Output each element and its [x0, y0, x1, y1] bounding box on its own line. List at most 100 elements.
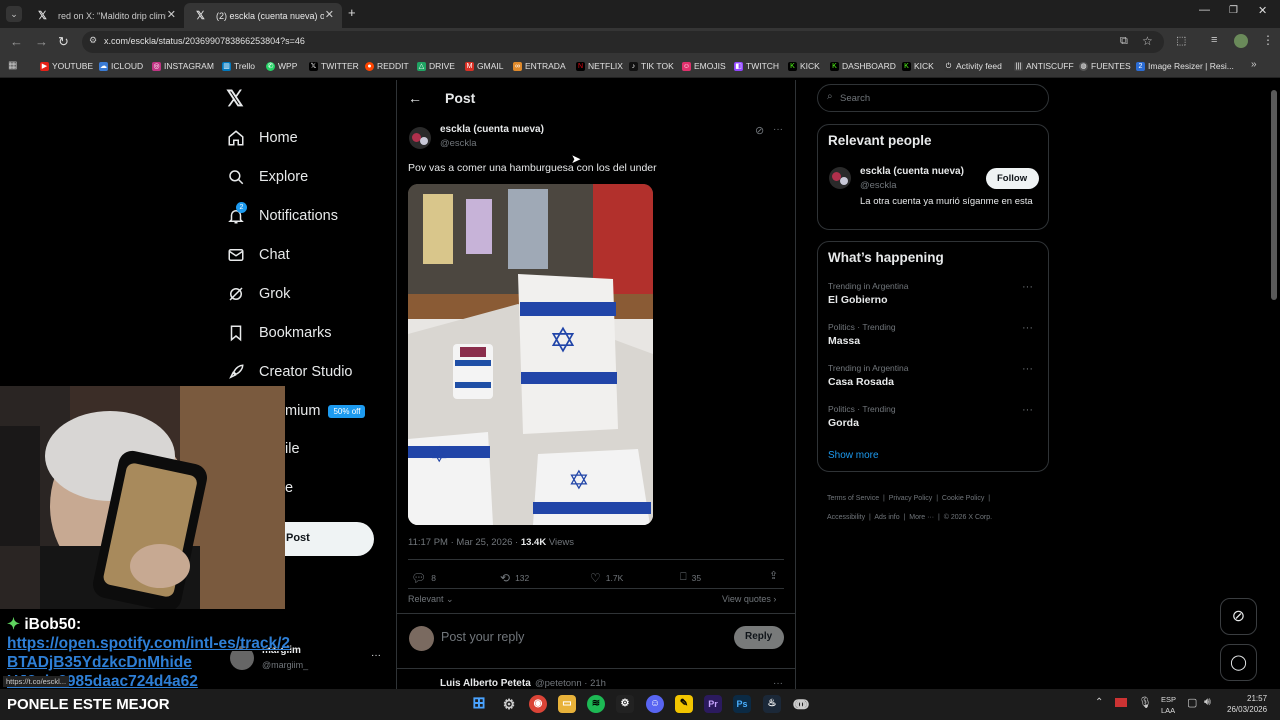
sort-dropdown[interactable]: Relevant ⌄: [408, 594, 454, 605]
bookmark-netflix[interactable]: N NETFLIX: [576, 61, 623, 71]
account-more-icon[interactable]: ···: [371, 650, 381, 661]
bookmark-emojis[interactable]: ☺ EMOJIS: [682, 61, 726, 71]
spotify-icon[interactable]: ≋: [587, 695, 605, 713]
bookmarks-overflow-icon[interactable]: »: [1251, 59, 1257, 70]
tab-2[interactable]: 𝕏 (2) esckla (cuenta nueva) on X: ✕: [184, 3, 342, 28]
person-avatar[interactable]: [829, 167, 851, 189]
share-icon[interactable]: ⇪: [769, 569, 778, 582]
nav-more-label[interactable]: e: [285, 480, 293, 496]
bookmark-twitch[interactable]: ◧ TWITCH: [734, 61, 779, 71]
post-more-icon[interactable]: ···: [773, 124, 783, 135]
person-name[interactable]: esckla (cuenta nueva): [860, 166, 964, 177]
nav-home[interactable]: Home: [227, 129, 298, 147]
reply-action[interactable]: 💬︎ 8: [411, 571, 436, 585]
bookmark-kick-2[interactable]: K KICK: [902, 61, 934, 71]
restore-icon[interactable]: ❐: [1229, 5, 1238, 16]
nav-notifications[interactable]: 2 Notifications: [227, 202, 338, 225]
site-info-icon[interactable]: ⚙: [89, 35, 97, 46]
bookmark-drive[interactable]: △ DRIVE: [417, 61, 455, 71]
url-field[interactable]: ⚙ x.com/esckla/status/203699078386625380…: [82, 31, 1164, 53]
show-more-link[interactable]: Show more: [828, 450, 879, 461]
trend-more-icon[interactable]: ···: [1022, 322, 1033, 334]
author-avatar[interactable]: [409, 127, 431, 149]
footer-link[interactable]: Accessibility: [827, 514, 865, 521]
language-code[interactable]: ESP: [1161, 695, 1176, 704]
apps-grid-icon[interactable]: ▦: [8, 60, 17, 71]
tab-1[interactable]: 𝕏 red on X: "Maldito drip climinal" ✕: [26, 3, 184, 28]
nav-chat[interactable]: Chat: [227, 246, 290, 264]
clock-time[interactable]: 21:57: [1247, 694, 1267, 703]
extensions-icon[interactable]: ⬚: [1176, 34, 1186, 47]
tray-flag-icon[interactable]: [1115, 698, 1127, 707]
post-image[interactable]: ✡ ✡ ✡: [408, 184, 653, 525]
trend-more-icon[interactable]: ···: [1022, 404, 1033, 416]
profile-avatar[interactable]: [1234, 34, 1248, 48]
forward-arrow-icon[interactable]: →: [35, 34, 48, 49]
chat-floating-button[interactable]: ◯: [1220, 644, 1257, 681]
trend-item[interactable]: Trending in Argentina El Gobierno ···: [828, 281, 1043, 306]
nav-creator-studio[interactable]: Creator Studio: [227, 363, 353, 381]
minimize-icon[interactable]: —: [1199, 4, 1210, 16]
trend-item[interactable]: Trending in Argentina Casa Rosada ···: [828, 363, 1043, 388]
footer-link[interactable]: Ads info: [874, 514, 899, 521]
microphone-icon[interactable]: 🎙︎: [1138, 696, 1152, 709]
reply-input[interactable]: Post your reply: [441, 630, 524, 644]
photoshop-icon[interactable]: Ps: [733, 695, 751, 713]
steam-icon[interactable]: ♨: [763, 695, 781, 713]
bookmark-youtube[interactable]: ▶ YOUTUBE: [40, 61, 93, 71]
author-name[interactable]: esckla (cuenta nueva): [440, 124, 544, 135]
premiere-icon[interactable]: Pr: [704, 695, 722, 713]
repost-action[interactable]: ⟲ 132: [500, 571, 529, 585]
bookmark-reddit[interactable]: ● REDDIT: [365, 61, 409, 71]
scrollbar[interactable]: [1271, 90, 1277, 300]
folder-icon[interactable]: ▭: [558, 695, 576, 713]
close-icon[interactable]: ✕: [325, 8, 334, 21]
like-action[interactable]: ♡ 1.7K: [590, 571, 623, 585]
bookmark-antiscuff[interactable]: ||| ANTISCUFF: [1014, 61, 1074, 71]
next-reply-more-icon[interactable]: ···: [773, 678, 783, 689]
trend-more-icon[interactable]: ···: [1022, 281, 1033, 293]
post-timestamp[interactable]: 11:17 PM · Mar 25, 2026 ·: [408, 537, 521, 548]
author-handle[interactable]: @esckla: [440, 138, 477, 149]
notes-icon[interactable]: ✎: [675, 695, 693, 713]
discord-icon[interactable]: ☺: [646, 695, 664, 713]
back-arrow-icon[interactable]: ←: [408, 90, 422, 106]
bookmark-action[interactable]: ⎕ 35: [680, 571, 701, 584]
search-input[interactable]: ⌕ Search: [817, 84, 1049, 112]
trend-item[interactable]: Politics · Trending Gorda ···: [828, 404, 1043, 429]
volume-icon[interactable]: 🔊︎: [1204, 696, 1211, 709]
settings-icon[interactable]: ⚙: [500, 695, 518, 713]
bookmark-activity-feed[interactable]: ⏻ Activity feed: [944, 61, 1002, 71]
nav-explore[interactable]: Explore: [227, 168, 308, 186]
menu-kebab-icon[interactable]: ⋮: [1262, 33, 1274, 47]
chrome-icon[interactable]: ◉: [529, 695, 547, 713]
bookmark-wpp[interactable]: ✆ WPP: [266, 61, 297, 71]
tab-search-icon[interactable]: ⌄: [6, 6, 22, 22]
grok-icon[interactable]: ⊘: [755, 124, 764, 137]
nav-profile-label[interactable]: ile: [285, 441, 300, 457]
nav-grok[interactable]: Grok: [227, 285, 290, 303]
bookmark-fuentes[interactable]: ◍ FUENTES: [1079, 61, 1131, 71]
media-icon[interactable]: ≡: [1211, 34, 1217, 46]
next-reply-author[interactable]: Luis Alberto Peteta: [440, 678, 531, 689]
bookmark-gmail[interactable]: M GMAIL: [465, 61, 503, 71]
view-quotes-link[interactable]: View quotes ›: [722, 594, 776, 604]
bookmark-kick-1[interactable]: K KICK: [788, 61, 820, 71]
new-tab-icon[interactable]: +: [348, 5, 356, 20]
tray-chevron-icon[interactable]: ⌃: [1095, 697, 1103, 708]
nav-premium[interactable]: mium 50% off: [285, 403, 366, 419]
windows-start-icon[interactable]: ⊞: [470, 695, 488, 713]
close-window-icon[interactable]: ✕: [1258, 4, 1267, 17]
nav-bookmarks[interactable]: Bookmarks: [227, 324, 332, 342]
footer-link[interactable]: More ···: [909, 514, 934, 521]
close-icon[interactable]: ✕: [167, 8, 176, 21]
back-arrow-icon[interactable]: ←: [10, 34, 23, 49]
bookmark-image-resizer[interactable]: 2 Image Resizer | Resi...: [1136, 61, 1234, 71]
footer-link[interactable]: Terms of Service: [827, 495, 879, 502]
bookmark-star-icon[interactable]: ☆: [1142, 34, 1153, 48]
bookmark-entrada[interactable]: ∞ ENTRADA: [513, 61, 566, 71]
bookmark-dashboard[interactable]: K DASHBOARD: [830, 61, 896, 71]
grok-floating-button[interactable]: ⊘: [1220, 598, 1257, 635]
reload-icon[interactable]: ↻: [58, 34, 69, 50]
footer-link[interactable]: Cookie Policy: [942, 495, 984, 502]
